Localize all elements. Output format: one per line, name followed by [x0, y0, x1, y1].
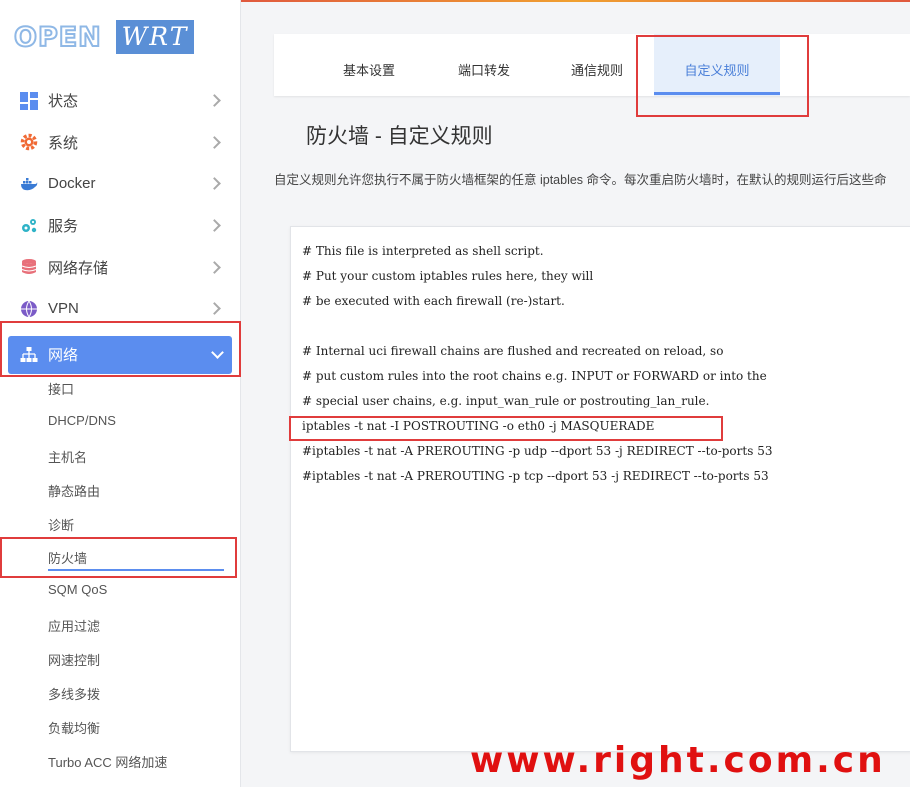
logo-wrt-text: WRT [116, 20, 194, 54]
sidebar-item-services[interactable]: 服务 [0, 205, 240, 247]
chevron-right-icon [208, 302, 221, 316]
sidebar-item-label: 系统 [48, 134, 79, 152]
tab-general-settings[interactable]: 基本设置 [334, 34, 404, 96]
sidebar-item-nas[interactable]: 网络存储 [0, 246, 240, 288]
vpn-icon [21, 300, 37, 318]
sidebar: OPEN WRT 状态 系统 Docker 服务 网络存储 VPN 网络 接口 … [0, 0, 241, 787]
code-line: # put custom rules into the root chains … [302, 369, 767, 383]
sidebar-item-system[interactable]: 系统 [0, 122, 240, 164]
page-title: 防火墙 - 自定义规则 [306, 125, 493, 148]
code-line: #iptables -t nat -A PREROUTING -p udp --… [302, 444, 773, 458]
firewall-tabs: 基本设置 端口转发 通信规则 自定义规则 [274, 34, 910, 96]
chevron-right-icon [208, 136, 221, 149]
annotation-box-firewall-item [0, 537, 237, 578]
sidebar-item-label: 状态 [48, 93, 79, 111]
sidebar-item-label: 服务 [48, 218, 79, 236]
sidebar-item-label: VPN [48, 300, 79, 318]
sidebar-item-docker[interactable]: Docker [0, 163, 240, 205]
sidebar-item-label: 网络存储 [48, 259, 109, 277]
submenu-item-interfaces[interactable]: 接口 [48, 379, 74, 398]
tab-port-forwards[interactable]: 端口转发 [449, 34, 519, 96]
chevron-right-icon [208, 94, 221, 108]
code-line: # This file is interpreted as shell scri… [302, 244, 544, 258]
sidebar-item-status[interactable]: 状态 [0, 80, 240, 122]
submenu-item-dhcp-dns[interactable]: DHCP/DNS [48, 413, 116, 428]
code-line: #iptables -t nat -A PREROUTING -p tcp --… [302, 469, 769, 483]
submenu-item-hostnames[interactable]: 主机名 [48, 447, 87, 466]
dashboard-icon [20, 91, 38, 110]
annotation-box-network-menu [0, 321, 241, 377]
logo-open-text: OPEN [13, 21, 102, 54]
submenu-item-sqm-qos[interactable]: SQM QoS [48, 582, 107, 597]
chevron-right-icon [208, 260, 221, 274]
annotation-box-custom-rules-tab [636, 35, 809, 117]
chevron-right-icon [208, 177, 221, 191]
code-line: # be executed with each firewall (re-)st… [302, 294, 565, 308]
code-line: # Put your custom iptables rules here, t… [302, 269, 594, 283]
gear-icon [20, 134, 38, 151]
chevron-right-icon [208, 219, 221, 232]
submenu-item-speed-control[interactable]: 网速控制 [48, 650, 100, 669]
submenu-item-load-balance[interactable]: 负载均衡 [48, 718, 100, 737]
submenu-item-diagnostics[interactable]: 诊断 [48, 515, 74, 534]
submenu-item-multi-dial[interactable]: 多线多拨 [48, 684, 100, 703]
watermark: www.right.com.cn [470, 740, 886, 781]
tab-traffic-rules[interactable]: 通信规则 [562, 34, 632, 96]
database-icon [21, 259, 37, 275]
submenu-item-turbo-acc[interactable]: Turbo ACC 网络加速 [48, 752, 167, 771]
submenu-item-app-filter[interactable]: 应用过滤 [48, 616, 100, 635]
docker-whale-icon [21, 177, 38, 191]
code-line: # special user chains, e.g. input_wan_ru… [302, 394, 710, 408]
annotation-box-masquerade-line [289, 416, 723, 441]
openwrt-logo[interactable]: OPEN WRT [13, 20, 204, 56]
sidebar-item-label: Docker [48, 175, 96, 193]
services-cogs-icon [22, 218, 37, 232]
page-description: 自定义规则允许您执行不属于防火墙框架的任意 iptables 命令。每次重启防火… [274, 173, 887, 187]
code-line: # Internal uci firewall chains are flush… [302, 344, 724, 358]
submenu-item-static-routes[interactable]: 静态路由 [48, 481, 100, 500]
top-accent-line [240, 0, 910, 2]
